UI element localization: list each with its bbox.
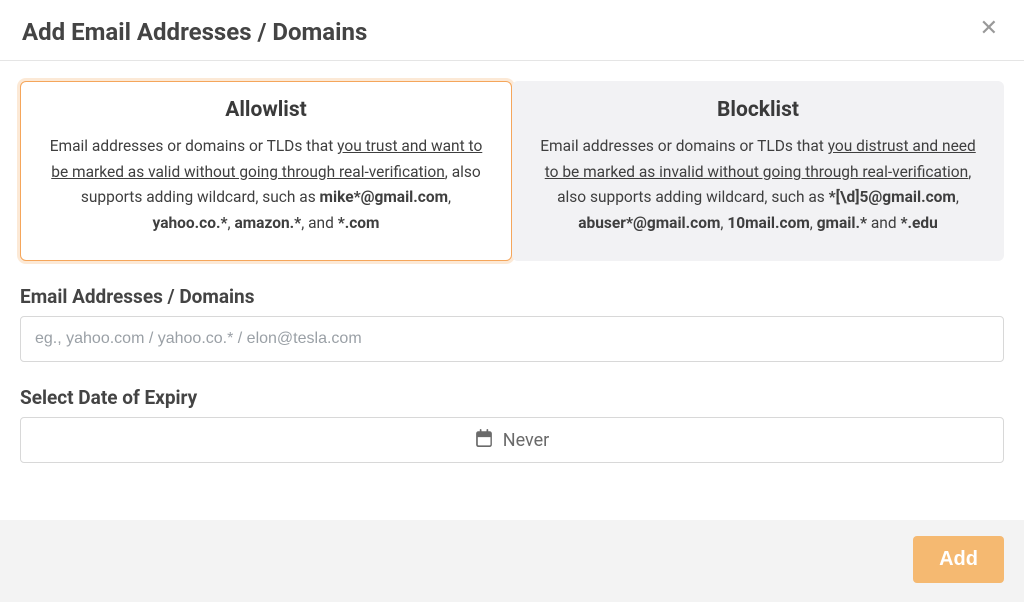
expiry-field: Select Date of Expiry Never (20, 386, 1004, 463)
allowlist-title: Allowlist (47, 98, 485, 122)
add-email-domains-modal: Add Email Addresses / Domains ✕ Allowlis… (0, 0, 1024, 602)
expiry-label: Select Date of Expiry (20, 386, 1004, 409)
modal-body: Allowlist Email addresses or domains or … (0, 61, 1024, 485)
calendar-icon (475, 429, 493, 452)
add-button[interactable]: Add (913, 536, 1004, 583)
modal-footer: Add (0, 520, 1024, 602)
blocklist-card[interactable]: Blocklist Email addresses or domains or … (512, 81, 1004, 261)
allowlist-description: Email addresses or domains or TLDs that … (47, 134, 485, 236)
allowlist-card[interactable]: Allowlist Email addresses or domains or … (20, 81, 512, 261)
emails-label: Email Addresses / Domains (20, 285, 1004, 308)
emails-field: Email Addresses / Domains (20, 285, 1004, 362)
modal-header: Add Email Addresses / Domains ✕ (0, 0, 1024, 61)
emails-input[interactable] (20, 316, 1004, 362)
blocklist-title: Blocklist (539, 98, 977, 122)
list-type-cards: Allowlist Email addresses or domains or … (20, 81, 1004, 261)
close-icon[interactable]: ✕ (976, 18, 1002, 40)
modal-title: Add Email Addresses / Domains (22, 18, 367, 46)
expiry-picker[interactable]: Never (20, 417, 1004, 463)
expiry-value: Never (503, 430, 550, 451)
blocklist-description: Email addresses or domains or TLDs that … (539, 134, 977, 236)
